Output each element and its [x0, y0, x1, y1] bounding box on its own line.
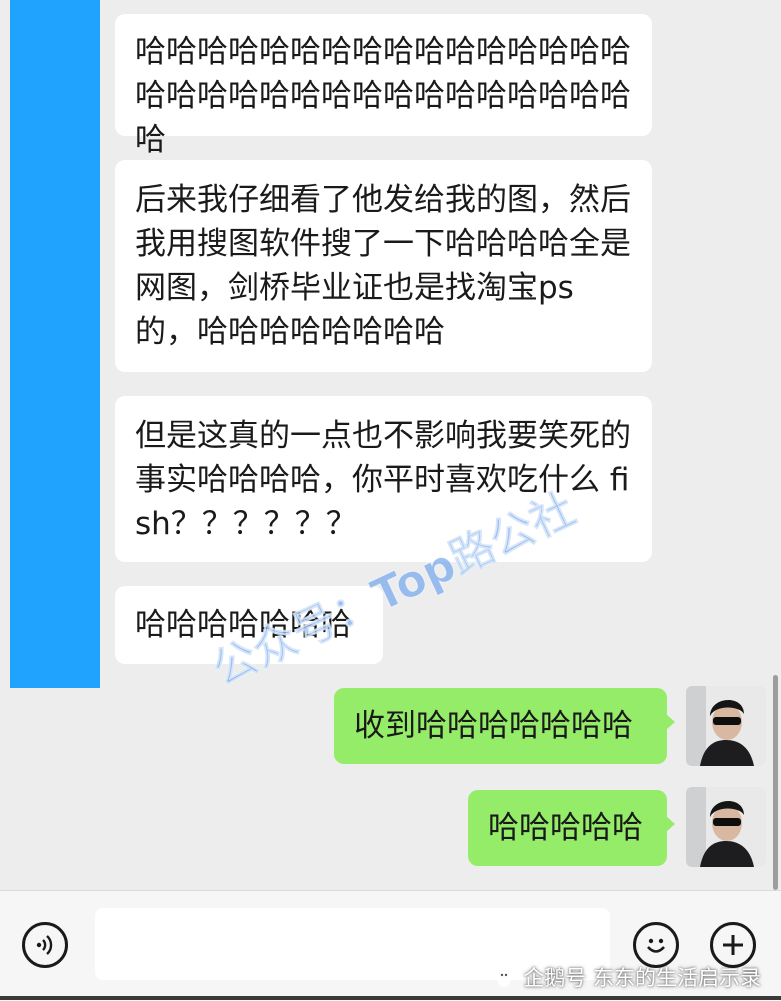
message-text: 哈哈哈哈哈哈哈哈哈哈哈哈哈哈哈哈哈哈哈哈哈哈哈哈哈哈哈哈哈哈哈哈哈 [135, 34, 631, 158]
message-bubble-outgoing[interactable]: 收到哈哈哈哈哈哈哈 [334, 688, 675, 764]
bottom-edge [0, 996, 781, 1000]
avatar-photo-icon [686, 686, 766, 766]
my-avatar[interactable] [686, 787, 766, 867]
source-credit: 企鹅号 东东的生活启示录 [493, 962, 761, 992]
plus-icon [723, 935, 743, 955]
voice-icon [36, 935, 53, 955]
message-bubble-incoming[interactable]: 后来我仔细看了他发给我的图，然后我用搜图软件搜了一下哈哈哈哈全是网图，剑桥毕业证… [115, 160, 652, 372]
message-text: 后来我仔细看了他发给我的图，然后我用搜图软件搜了一下哈哈哈哈全是网图，剑桥毕业证… [135, 182, 631, 350]
message-text: 哈哈哈哈哈 [488, 810, 643, 846]
avatar-photo-icon [686, 787, 766, 867]
contact-avatar-cover [10, 0, 100, 688]
message-bubble-outgoing[interactable]: 哈哈哈哈哈 [468, 790, 675, 866]
message-bubble-incoming[interactable]: 哈哈哈哈哈哈哈哈哈哈哈哈哈哈哈哈哈哈哈哈哈哈哈哈哈哈哈哈哈哈哈哈哈 [115, 14, 652, 158]
credit-text: 企鹅号 东东的生活启示录 [523, 966, 761, 990]
message-text: 收到哈哈哈哈哈哈哈 [354, 708, 633, 744]
emoji-icon [647, 938, 665, 953]
penguin-logo-icon [497, 969, 512, 987]
my-avatar[interactable] [686, 686, 766, 766]
voice-button[interactable] [22, 922, 68, 968]
scrollbar[interactable] [773, 675, 778, 890]
